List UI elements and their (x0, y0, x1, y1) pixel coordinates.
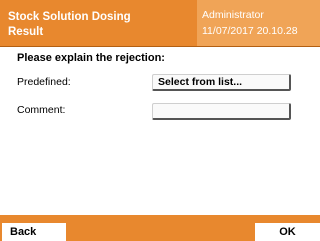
form-heading: Please explain the rejection: (17, 52, 165, 64)
screen-title-line1: Stock Solution Dosing (8, 11, 131, 23)
comment-label: Comment: (17, 104, 66, 116)
user-info-panel: Administrator 11/07/2017 20.10.28 (197, 0, 320, 46)
softkey-bar: Back OK (0, 215, 320, 241)
predefined-label: Predefined: (17, 76, 71, 88)
predefined-select-button[interactable]: Select from list... (152, 74, 291, 91)
ok-button[interactable]: OK (255, 223, 320, 241)
rejection-form: Please explain the rejection: Predefined… (0, 47, 320, 215)
comment-field[interactable] (152, 103, 291, 120)
title-bar: Stock Solution Dosing Result Administrat… (0, 0, 320, 47)
back-button[interactable]: Back (2, 223, 66, 241)
user-name: Administrator (202, 9, 264, 21)
date-time: 11/07/2017 20.10.28 (202, 25, 298, 37)
screen-title-line2: Result (8, 26, 44, 38)
screen-title: Stock Solution Dosing Result (8, 10, 188, 40)
